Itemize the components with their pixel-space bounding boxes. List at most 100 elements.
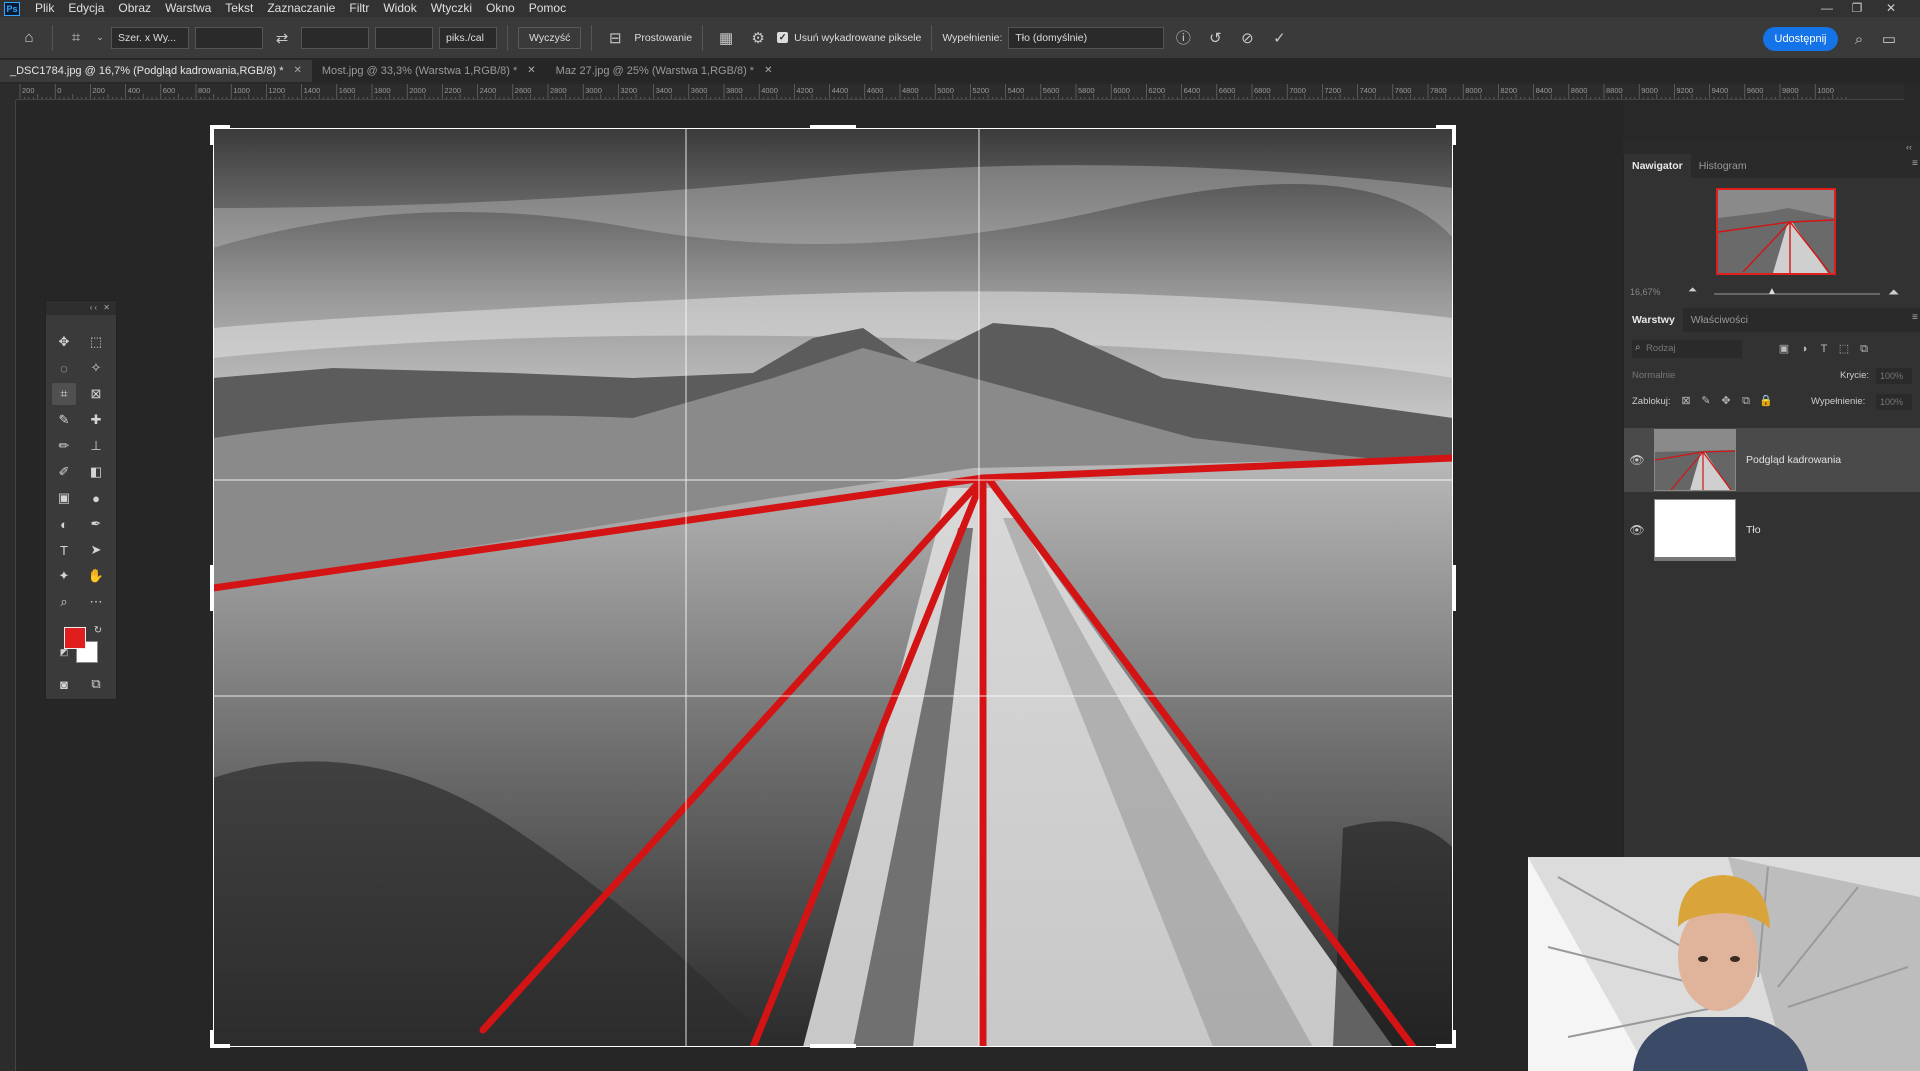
dodge-tool-icon[interactable]: ◐ [52, 513, 76, 535]
lock-transparency-icon[interactable]: ⊠ [1676, 394, 1696, 407]
visibility-eye-icon[interactable]: 👁 [1624, 453, 1650, 467]
magic-wand-icon[interactable]: ✧ [84, 357, 108, 379]
crop-handle-top-left[interactable] [210, 125, 214, 145]
tab-properties[interactable]: Właściwości [1683, 308, 1756, 332]
clear-button[interactable]: Wyczyść [518, 26, 582, 49]
crop-frame[interactable] [213, 128, 1453, 1047]
eyedropper-icon[interactable]: ✎ [52, 409, 76, 431]
healing-brush-icon[interactable]: ✚ [84, 409, 108, 431]
swap-colors-icon[interactable]: ↻ [86, 619, 110, 641]
zoom-in-icon[interactable]: ⏶ [1888, 284, 1899, 301]
menu-type[interactable]: Tekst [218, 0, 260, 17]
menu-select[interactable]: Zaznaczanie [260, 0, 342, 17]
layer-row-background[interactable]: 👁 Tło [1624, 498, 1920, 562]
reset-icon[interactable]: ↺ [1202, 25, 1228, 51]
fill-field[interactable]: 100% [1876, 394, 1912, 410]
opacity-field[interactable]: 100% [1876, 368, 1912, 384]
lock-pixels-icon[interactable]: ✎ [1696, 394, 1716, 407]
resolution-field[interactable] [375, 26, 433, 49]
lock-position-icon[interactable]: ✥ [1716, 394, 1736, 407]
crop-handle-bottom-right[interactable] [1452, 1030, 1456, 1048]
menu-window[interactable]: Okno [479, 0, 522, 17]
stamp-tool-icon[interactable]: ⊥ [84, 435, 108, 457]
close-icon[interactable]: ✕ [764, 60, 772, 82]
menu-help[interactable]: Pomoc [522, 0, 573, 17]
close-icon[interactable]: ✕ [527, 60, 535, 82]
crop-handle-bottom-left[interactable] [210, 1030, 214, 1048]
ruler-horizontal[interactable]: 200 0 200 400 600 800 1000 1200 1400 1600 1800 2000… [16, 84, 1904, 100]
delete-cropped-checkbox[interactable]: ✓ [777, 32, 789, 43]
eraser-icon[interactable]: ◧ [84, 461, 108, 483]
menu-image[interactable]: Obraz [111, 0, 158, 17]
restore-icon[interactable]: ❐ [1842, 0, 1872, 17]
height-field[interactable] [301, 26, 369, 49]
shape-tool-icon[interactable]: ✦ [52, 565, 76, 587]
lock-all-icon[interactable]: 🔒 [1756, 394, 1776, 407]
toolbox-header[interactable]: ‹‹ ✕ [46, 301, 116, 315]
zoom-slider-thumb[interactable]: ▲ [1767, 286, 1777, 297]
screen-mode-icon[interactable]: ⧉ [84, 673, 108, 695]
straighten-label[interactable]: Prostowanie [634, 32, 692, 44]
menu-file[interactable]: Plik [28, 0, 61, 17]
commit-check-icon[interactable]: ✓ [1266, 25, 1292, 51]
lasso-tool-icon[interactable]: ◌ [52, 357, 76, 379]
crop-handle-left[interactable] [210, 565, 214, 611]
close-icon[interactable]: ✕ [294, 60, 302, 82]
width-field[interactable] [195, 26, 263, 49]
share-button[interactable]: Udostępnij [1763, 27, 1838, 51]
type-tool-icon[interactable]: T [52, 539, 76, 561]
crop-handle-top-right[interactable] [1452, 125, 1456, 145]
minimize-icon[interactable]: — [1812, 0, 1842, 17]
blur-tool-icon[interactable]: ● [84, 487, 108, 509]
layer-row-crop-preview[interactable]: 👁 Podgląd kadrowania [1624, 428, 1920, 492]
marquee-tool-icon[interactable]: ⬚ [84, 331, 108, 353]
fill-select[interactable]: Tło (domyślnie) [1008, 26, 1165, 49]
ratio-preset-select[interactable]: Szer. x Wy... [111, 26, 189, 49]
menu-layer[interactable]: Warstwa [158, 0, 218, 17]
crop-handle-right[interactable] [1452, 565, 1456, 611]
tab-maz27[interactable]: Maz 27.jpg @ 25% (Warstwa 1,RGB/8) * ✕ [546, 60, 783, 82]
navigator-thumbnail[interactable] [1716, 188, 1836, 275]
zoom-tool-icon[interactable]: ⌕ [52, 591, 76, 613]
default-colors-icon[interactable]: ◩ [52, 641, 76, 663]
menu-edit[interactable]: Edycja [61, 0, 111, 17]
crop-tool-icon[interactable]: ⌗ [63, 25, 89, 51]
more-tools-icon[interactable]: ⋯ [84, 591, 108, 613]
panel-menu-icon[interactable]: ≡ [1912, 158, 1918, 169]
tab-layers[interactable]: Warstwy [1624, 308, 1683, 332]
adjustment-filter-icon[interactable]: ◑ [1794, 343, 1814, 355]
panel-collapse-bar[interactable]: ‹‹ [1623, 140, 1920, 154]
hand-tool-icon[interactable]: ✋ [84, 565, 108, 587]
lock-artboard-icon[interactable]: ⧉ [1736, 395, 1756, 408]
layer-filter-input[interactable]: Rodzaj [1632, 340, 1742, 358]
home-icon[interactable]: ⌂ [16, 25, 42, 51]
pen-tool-icon[interactable]: ✒ [84, 513, 108, 535]
cancel-icon[interactable]: ⊘ [1234, 25, 1260, 51]
quick-mask-icon[interactable]: ◙ [52, 673, 76, 695]
gradient-tool-icon[interactable]: ▣ [52, 487, 76, 509]
tab-most[interactable]: Most.jpg @ 33,3% (Warstwa 1,RGB/8) * ✕ [312, 60, 546, 82]
menu-view[interactable]: Widok [376, 0, 423, 17]
zoom-out-icon[interactable]: ⏶ [1688, 284, 1697, 297]
workspace-icon[interactable]: ▭ [1876, 26, 1902, 52]
frame-tool-icon[interactable]: ⊠ [84, 383, 108, 405]
tab-navigator[interactable]: Nawigator [1624, 154, 1691, 178]
pixel-filter-icon[interactable]: ▣ [1774, 342, 1794, 355]
shape-filter-icon[interactable]: ⬚ [1834, 342, 1854, 355]
search-icon[interactable]: ⌕ [1846, 26, 1872, 52]
brush-tool-icon[interactable]: ✏ [52, 435, 76, 457]
panel-menu-icon[interactable]: ≡ [1912, 312, 1918, 323]
path-selection-icon[interactable]: ➤ [84, 539, 108, 561]
tab-histogram[interactable]: Histogram [1691, 154, 1755, 178]
close-window-icon[interactable]: ✕ [1876, 0, 1906, 17]
smart-object-filter-icon[interactable]: ⧉ [1854, 343, 1874, 356]
menu-plugins[interactable]: Wtyczki [424, 0, 479, 17]
ruler-vertical[interactable] [0, 100, 16, 1071]
straighten-icon[interactable]: ⊟ [602, 25, 628, 51]
type-filter-icon[interactable]: T [1814, 343, 1834, 355]
blend-mode-select[interactable]: Normalnie [1632, 368, 1832, 384]
resolution-unit-select[interactable]: piks./cal [439, 26, 497, 49]
info-icon[interactable]: ⓘ [1170, 25, 1196, 51]
zoom-slider[interactable] [1714, 293, 1880, 295]
tab-dsc1784[interactable]: _DSC1784.jpg @ 16,7% (Podgląd kadrowania… [0, 60, 312, 82]
